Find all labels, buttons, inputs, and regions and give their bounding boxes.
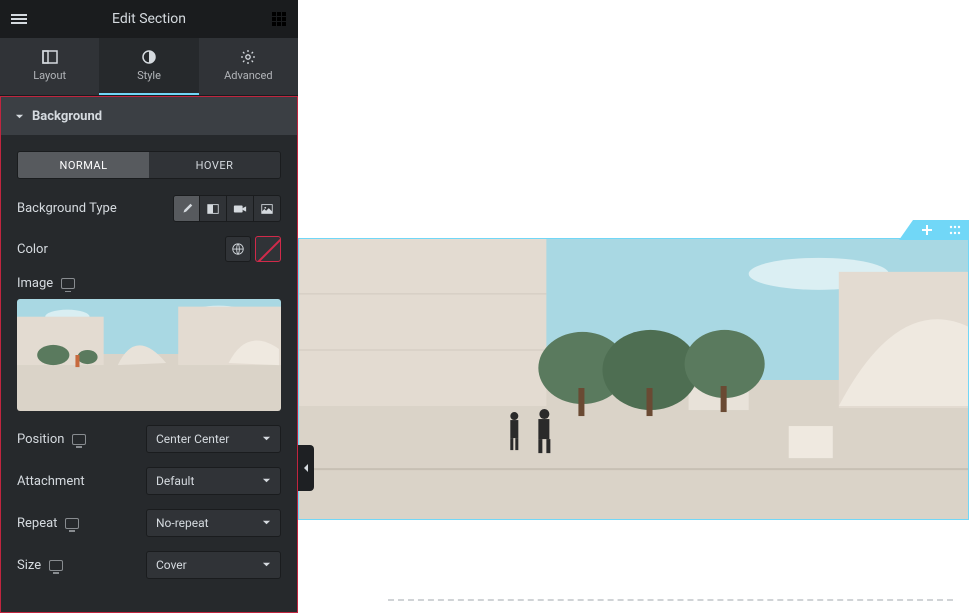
editor-sidebar: Edit Section Layout Style Advanced <box>0 0 298 613</box>
chevron-down-icon <box>262 434 271 443</box>
style-icon <box>141 49 157 65</box>
hamburger-icon <box>11 11 27 27</box>
position-label: Position <box>17 432 64 447</box>
color-label: Color <box>17 242 225 257</box>
advanced-icon <box>240 49 256 65</box>
main-tabs: Layout Style Advanced <box>0 38 298 96</box>
repeat-label: Repeat <box>17 516 57 531</box>
layout-icon <box>42 49 58 65</box>
responsive-icon[interactable] <box>65 518 79 529</box>
bg-type-slideshow[interactable] <box>254 195 281 222</box>
section-preview[interactable] <box>298 238 969 520</box>
tab-advanced-label: Advanced <box>224 69 272 82</box>
tab-advanced[interactable]: Advanced <box>199 38 298 95</box>
section-background-image <box>298 238 969 520</box>
tab-layout-label: Layout <box>33 69 66 82</box>
attachment-label: Attachment <box>17 474 85 489</box>
plus-icon <box>921 224 933 236</box>
chevron-down-icon <box>262 518 271 527</box>
apps-grid-icon <box>271 11 287 27</box>
preview-thumbnail <box>17 299 281 411</box>
tab-style[interactable]: Style <box>99 38 198 95</box>
responsive-icon[interactable] <box>72 434 86 445</box>
image-preview[interactable] <box>17 299 281 411</box>
size-select[interactable]: Cover <box>146 551 281 579</box>
video-icon <box>233 202 247 216</box>
position-select[interactable]: Center Center <box>146 425 281 453</box>
image-label: Image <box>17 276 53 291</box>
gradient-icon <box>206 202 220 216</box>
widgets-button[interactable] <box>266 6 292 32</box>
grid-handle-icon <box>949 224 961 236</box>
responsive-icon[interactable] <box>61 278 75 289</box>
sidebar-header: Edit Section <box>0 0 298 38</box>
attachment-select[interactable]: Default <box>146 467 281 495</box>
bg-type-video[interactable] <box>227 195 254 222</box>
menu-button[interactable] <box>6 6 32 32</box>
attachment-value: Default <box>156 474 194 488</box>
add-section-button[interactable] <box>913 220 941 240</box>
background-section-header[interactable]: Background <box>1 97 297 135</box>
state-tab-hover[interactable]: HOVER <box>149 152 280 178</box>
panel-collapse-handle[interactable] <box>298 445 314 491</box>
style-panel: Background NORMAL HOVER Background Type <box>0 96 298 613</box>
background-type-label: Background Type <box>17 201 173 216</box>
globe-icon <box>231 242 245 256</box>
brush-icon <box>180 202 194 216</box>
tab-style-label: Style <box>137 69 161 82</box>
canvas <box>298 0 969 613</box>
bg-type-classic[interactable] <box>173 195 200 222</box>
global-color-button[interactable] <box>225 236 251 262</box>
responsive-icon[interactable] <box>49 560 63 571</box>
repeat-value: No-repeat <box>156 516 209 530</box>
panel-title: Edit Section <box>32 11 266 27</box>
repeat-select[interactable]: No-repeat <box>146 509 281 537</box>
size-label: Size <box>17 558 41 573</box>
chevron-down-icon <box>262 476 271 485</box>
state-tabs: NORMAL HOVER <box>17 151 281 179</box>
section-dropzone[interactable] <box>388 599 953 613</box>
edit-section-handle[interactable] <box>941 220 969 240</box>
position-value: Center Center <box>156 432 229 446</box>
bg-type-gradient[interactable] <box>200 195 227 222</box>
state-tab-normal[interactable]: NORMAL <box>18 152 149 178</box>
chevron-left-icon <box>302 463 310 473</box>
caret-down-icon <box>15 112 24 121</box>
tab-layout[interactable]: Layout <box>0 38 99 95</box>
size-value: Cover <box>156 558 187 572</box>
section-controls <box>913 220 969 240</box>
chevron-down-icon <box>262 560 271 569</box>
background-section-title: Background <box>32 109 102 124</box>
color-swatch[interactable] <box>255 236 281 262</box>
background-type-group <box>173 195 281 222</box>
slideshow-icon <box>260 202 274 216</box>
